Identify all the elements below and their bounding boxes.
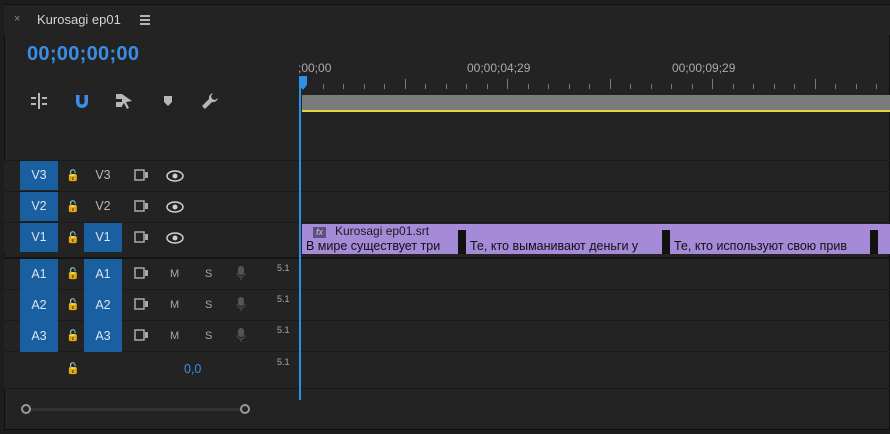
lock-icon[interactable]: 🔓 bbox=[66, 231, 80, 244]
mute-button[interactable]: M bbox=[170, 330, 179, 342]
playhead-line[interactable] bbox=[299, 76, 301, 400]
source-patch-v2[interactable]: V2 bbox=[84, 192, 122, 221]
ruler-tick bbox=[322, 84, 324, 89]
hamburger-menu-icon[interactable] bbox=[140, 15, 150, 25]
source-patch-a3[interactable]: A3 bbox=[84, 321, 122, 352]
caption-segment[interactable]: Те, кто используют свою прив bbox=[674, 238, 870, 254]
timeline-settings-wrench-icon[interactable] bbox=[200, 91, 220, 111]
caption-boundary[interactable] bbox=[458, 230, 466, 254]
track-label-v1[interactable]: V1 bbox=[20, 223, 58, 252]
eye-icon[interactable] bbox=[166, 170, 184, 182]
lock-icon[interactable]: 🔓 bbox=[66, 169, 80, 182]
channel-format: 5.1 bbox=[277, 325, 290, 335]
linked-selection-icon[interactable] bbox=[114, 91, 134, 111]
sync-lock-icon[interactable] bbox=[134, 169, 150, 181]
ruler-tick bbox=[732, 84, 734, 89]
lock-icon[interactable]: 🔓 bbox=[66, 200, 80, 213]
microphone-icon[interactable] bbox=[236, 296, 246, 312]
lock-icon[interactable]: 🔓 bbox=[66, 298, 80, 311]
ruler-tick bbox=[753, 84, 754, 89]
lock-icon[interactable]: 🔓 bbox=[66, 329, 80, 342]
track-label-a2[interactable]: A2 bbox=[20, 290, 58, 321]
ruler-tick bbox=[363, 84, 365, 89]
ruler-tick bbox=[445, 84, 447, 89]
ruler-label: 00;00;04;29 bbox=[467, 61, 531, 75]
ruler-tick bbox=[404, 79, 406, 89]
solo-button[interactable]: S bbox=[205, 330, 212, 342]
ruler-tick bbox=[650, 84, 652, 89]
sync-lock-icon[interactable] bbox=[134, 231, 150, 243]
fx-badge: fx bbox=[313, 227, 326, 238]
ruler-tick bbox=[609, 79, 611, 89]
ruler-tick bbox=[671, 84, 672, 89]
ruler-label: ;00;00 bbox=[298, 61, 332, 75]
ruler-tick bbox=[548, 84, 549, 89]
track-label-a1[interactable]: A1 bbox=[20, 259, 58, 290]
playhead-handle[interactable] bbox=[299, 76, 307, 90]
ruler-tick bbox=[568, 84, 570, 89]
eye-icon[interactable] bbox=[166, 201, 184, 213]
work-area-line bbox=[302, 110, 890, 112]
ruler-tick bbox=[773, 84, 775, 89]
ruler-tick bbox=[425, 84, 426, 89]
mute-button[interactable]: M bbox=[170, 268, 179, 280]
snap-magnet-icon[interactable] bbox=[72, 91, 92, 111]
sync-lock-icon[interactable] bbox=[134, 267, 150, 279]
zoom-handle-right[interactable] bbox=[240, 404, 250, 414]
clip-name: Kurosagi ep01.srt bbox=[335, 224, 430, 238]
source-patch-v3[interactable]: V3 bbox=[84, 161, 122, 190]
tab-title[interactable]: Kurosagi ep01 bbox=[37, 12, 121, 27]
sync-lock-icon[interactable] bbox=[134, 329, 150, 341]
caption-segment[interactable]: В мире существует три bbox=[306, 238, 458, 254]
mute-button[interactable]: M bbox=[170, 299, 179, 311]
ruler-tick bbox=[855, 84, 857, 89]
caption-segment[interactable]: Те, кто выманивают деньги у bbox=[470, 238, 662, 254]
ruler-tick bbox=[835, 84, 836, 89]
ruler-tick bbox=[384, 84, 385, 89]
channel-format: 5.1 bbox=[277, 263, 290, 273]
microphone-icon[interactable] bbox=[236, 265, 246, 281]
ruler-tick bbox=[486, 84, 488, 89]
work-area-bar[interactable] bbox=[302, 95, 890, 110]
ruler-tick bbox=[794, 84, 795, 89]
master-volume[interactable]: 0,0 bbox=[184, 362, 201, 376]
ruler-tick bbox=[343, 84, 344, 89]
ruler-tick bbox=[507, 79, 508, 89]
insert-overwrite-icon[interactable] bbox=[29, 91, 49, 111]
source-patch-v1[interactable]: V1 bbox=[84, 223, 122, 252]
caption-boundary[interactable] bbox=[870, 230, 878, 254]
track-label-v2[interactable]: V2 bbox=[20, 192, 58, 221]
channel-format: 5.1 bbox=[277, 294, 290, 304]
zoom-scrollbar[interactable] bbox=[26, 408, 246, 411]
ruler-tick bbox=[814, 79, 816, 89]
track-label-a3[interactable]: A3 bbox=[20, 321, 58, 352]
sync-lock-icon[interactable] bbox=[134, 298, 150, 310]
microphone-icon[interactable] bbox=[236, 327, 246, 343]
eye-icon[interactable] bbox=[166, 232, 184, 244]
ruler-tick bbox=[691, 84, 693, 89]
lock-icon[interactable]: 🔓 bbox=[66, 267, 80, 280]
zoom-handle-left[interactable] bbox=[21, 404, 31, 414]
track-row-master bbox=[4, 352, 298, 388]
ruler-tick bbox=[630, 84, 631, 89]
ruler-tick bbox=[527, 84, 529, 89]
ruler-tick bbox=[876, 84, 877, 89]
ruler-tick bbox=[466, 84, 467, 89]
ruler-tick bbox=[712, 79, 713, 89]
ruler-tick bbox=[589, 84, 590, 89]
channel-format: 5.1 bbox=[277, 357, 290, 367]
source-patch-a2[interactable]: A2 bbox=[84, 290, 122, 321]
panel-tab-bar bbox=[4, 5, 890, 35]
source-patch-a1[interactable]: A1 bbox=[84, 259, 122, 290]
tab-close-button[interactable]: × bbox=[14, 13, 20, 25]
caption-boundary[interactable] bbox=[662, 230, 670, 254]
playhead-timecode[interactable]: 00;00;00;00 bbox=[27, 43, 139, 66]
ruler-label: 00;00;09;29 bbox=[672, 61, 736, 75]
solo-button[interactable]: S bbox=[205, 299, 212, 311]
sync-lock-icon[interactable] bbox=[134, 200, 150, 212]
solo-button[interactable]: S bbox=[205, 268, 212, 280]
add-marker-icon[interactable] bbox=[158, 91, 178, 111]
track-label-v3[interactable]: V3 bbox=[20, 161, 58, 190]
lock-icon[interactable]: 🔓 bbox=[66, 362, 80, 375]
